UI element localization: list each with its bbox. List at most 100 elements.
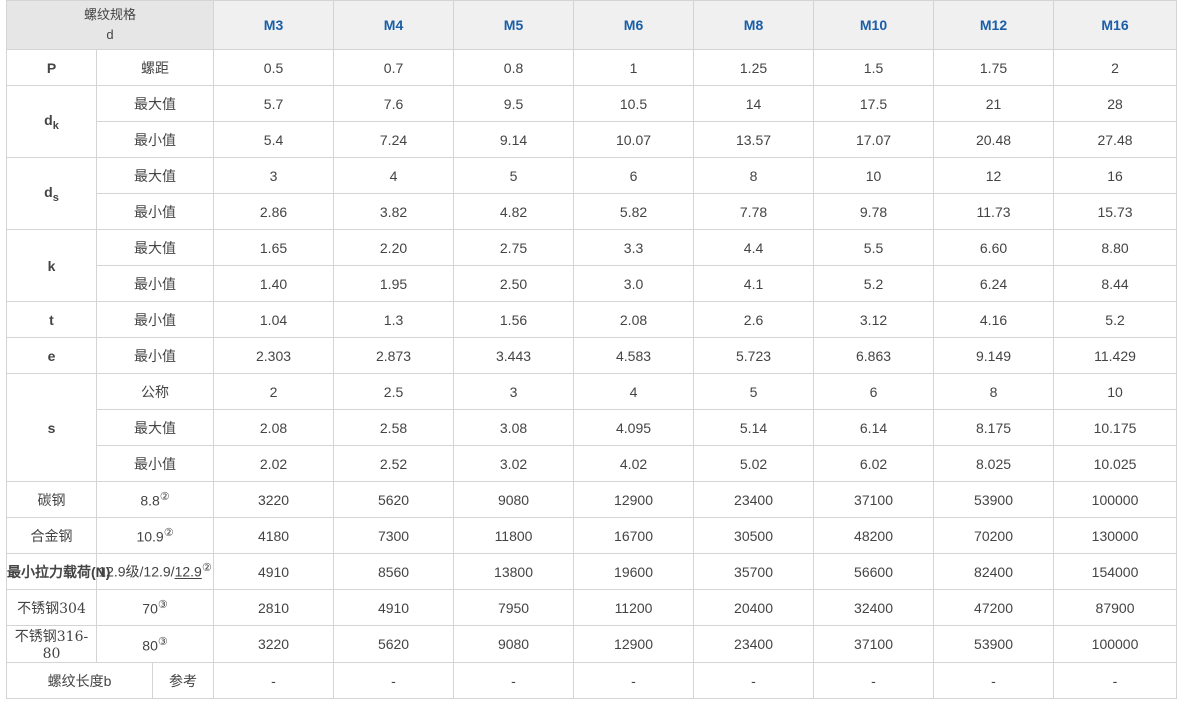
- value-cell-m12: 47200: [933, 589, 1055, 626]
- value-cell-m16: 100000: [1053, 625, 1178, 663]
- table-row: s 公称 2 2.5 3 4 5 6 8 10: [6, 373, 1178, 482]
- size-header-m3: M3: [213, 0, 335, 50]
- value-cell-m10: 6.14: [813, 409, 935, 446]
- value-cell-m12: 11.73: [933, 193, 1055, 230]
- value-cell-m16: 11.429: [1053, 337, 1178, 374]
- value-cell-m8: 23400: [693, 481, 815, 518]
- value-cell-m4: 5620: [333, 481, 455, 518]
- value-cell-m16: 2: [1053, 49, 1178, 86]
- value-cell-m12: 8.025: [933, 445, 1055, 482]
- row-label: 最小值: [95, 121, 215, 158]
- value-cell-m12: 53900: [933, 625, 1055, 663]
- thread-spec-header: 螺纹规格 d: [5, 0, 215, 50]
- value-cell-m6: 5.82: [573, 193, 695, 230]
- value-cell-m3: 3: [213, 157, 335, 194]
- reference-label: 参考: [169, 672, 197, 689]
- value-cell-m8: 5.723: [693, 337, 815, 374]
- corner-sub-label: d: [106, 27, 114, 42]
- value-cell-m6: 1: [573, 49, 695, 86]
- row-label: 最小值: [95, 193, 215, 230]
- row-label: 最大值: [95, 85, 215, 122]
- value-cell-m16: 15.73: [1053, 193, 1178, 230]
- value-cell-m4: 5620: [333, 625, 455, 663]
- value-cell-m4: 3.82: [333, 193, 455, 230]
- value-cell-m5: 2.50: [453, 265, 575, 302]
- value-cell-m10: 5.2: [813, 265, 935, 302]
- value-cell-m5: 1.56: [453, 301, 575, 338]
- value-cell-m12: 9.149: [933, 337, 1055, 374]
- min-tensile-load-label: 最小拉力载荷(N): [6, 553, 110, 590]
- bolt-spec-table: 螺纹规格 d M3 M4 M5 M6 M8 M10 M12 M16 P 螺距 0.…: [5, 0, 1178, 699]
- value-cell-m16: 10: [1053, 373, 1178, 410]
- footnote-mark: ③: [157, 635, 168, 648]
- value-cell-m6: -: [573, 662, 695, 699]
- value-cell-m16: 100000: [1053, 481, 1178, 518]
- value-cell-m12: -: [933, 662, 1055, 699]
- value-cell-m3: 2.86: [213, 193, 335, 230]
- value-cell-m6: 12900: [573, 625, 695, 663]
- grade-value: 80: [142, 637, 158, 654]
- value-cell-m3: 3220: [213, 481, 335, 518]
- row-symbol: P: [6, 49, 97, 86]
- grade-label: 12.9级/12.9/12.9②: [95, 553, 215, 590]
- value-cell-m4: 1.3: [333, 301, 455, 338]
- table-row: e 最小值 2.303 2.873 3.443 4.583 5.723 6.863 9.14…: [6, 337, 1178, 374]
- thread-length-cell: 螺纹长度b 参考: [5, 662, 215, 699]
- value-cell-m10: 9.78: [813, 193, 935, 230]
- value-cell-m4: 1.95: [333, 265, 455, 302]
- table-row: k 最大值 1.65 2.20 2.75 3.3 4.4 5.5 6.60 8.80: [6, 229, 1178, 302]
- value-cell-m5: 9080: [453, 625, 575, 663]
- table-row: t 最小值 1.04 1.3 1.56 2.08 2.6 3.12 4.16 5.2: [6, 301, 1178, 338]
- value-cell-m3: 2: [213, 373, 335, 410]
- value-cell-m10: 5.5: [813, 229, 935, 266]
- value-cell-m8: 23400: [693, 625, 815, 663]
- value-cell-m3: 2.02: [213, 445, 335, 482]
- value-cell-m5: 11800: [453, 517, 575, 554]
- value-cell-m5: 2.75: [453, 229, 575, 266]
- value-cell-m3: 2.08: [213, 409, 335, 446]
- value-cell-m6: 4.095: [573, 409, 695, 446]
- value-cell-m10: 17.5: [813, 85, 935, 122]
- value-cell-m5: 0.8: [453, 49, 575, 86]
- value-cell-m4: 7.24: [333, 121, 455, 158]
- value-cell-m4: 7.6: [333, 85, 455, 122]
- value-cell-m4: 2.5: [333, 373, 455, 410]
- value-cell-m6: 2.08: [573, 301, 695, 338]
- row-symbol: s: [6, 373, 97, 482]
- table-row: 合金钢 10.9② 4180 7300 11800 16700 30500 48200 70…: [6, 517, 1178, 554]
- grade-value-underlined: 12.9: [174, 563, 202, 580]
- value-cell-m10: 3.12: [813, 301, 935, 338]
- size-header-m10: M10: [813, 0, 935, 50]
- value-cell-m5: 4.82: [453, 193, 575, 230]
- value-cell-m16: 130000: [1053, 517, 1178, 554]
- table-row: 螺纹长度b 参考 --------: [5, 662, 1178, 699]
- table-row: 不锈钢304 70③ 2810 4910 7950 11200 20400 32400 47…: [6, 589, 1178, 626]
- table-row: 最小值 1.40 1.95 2.50 3.0 4.1 5.2 6.24 8.44: [7, 265, 1178, 302]
- header-row: 螺纹规格 d M3 M4 M5 M6 M8 M10 M12 M16: [5, 0, 1178, 50]
- value-cell-m3: 5.7: [213, 85, 335, 122]
- value-cell-m12: 8: [933, 373, 1055, 410]
- value-cell-m5: 9.5: [453, 85, 575, 122]
- value-cell-m6: 4.02: [573, 445, 695, 482]
- value-cell-m5: 9.14: [453, 121, 575, 158]
- row-label: 最小值: [95, 265, 215, 302]
- row-symbol: e: [6, 337, 97, 374]
- row-label: 螺距: [95, 49, 215, 86]
- value-cell-m3: 0.5: [213, 49, 335, 86]
- value-cell-m6: 3.3: [573, 229, 695, 266]
- value-cell-m8: -: [693, 662, 815, 699]
- row-symbol: ds: [6, 157, 97, 230]
- thread-length-label: 螺纹长度b: [7, 663, 153, 698]
- grade-label: 8.8②: [95, 481, 215, 518]
- value-cell-m8: 20400: [693, 589, 815, 626]
- value-cell-m4: 2.873: [333, 337, 455, 374]
- value-cell-m5: 3.08: [453, 409, 575, 446]
- row-label: 最大值: [95, 229, 215, 266]
- value-cell-m16: 8.80: [1053, 229, 1178, 266]
- value-cell-m12: 82400: [933, 553, 1055, 590]
- footnote-mark: ②: [201, 562, 212, 575]
- size-header-m6: M6: [573, 0, 695, 50]
- size-header-m8: M8: [693, 0, 815, 50]
- value-cell-m5: 5: [453, 157, 575, 194]
- value-cell-m6: 16700: [573, 517, 695, 554]
